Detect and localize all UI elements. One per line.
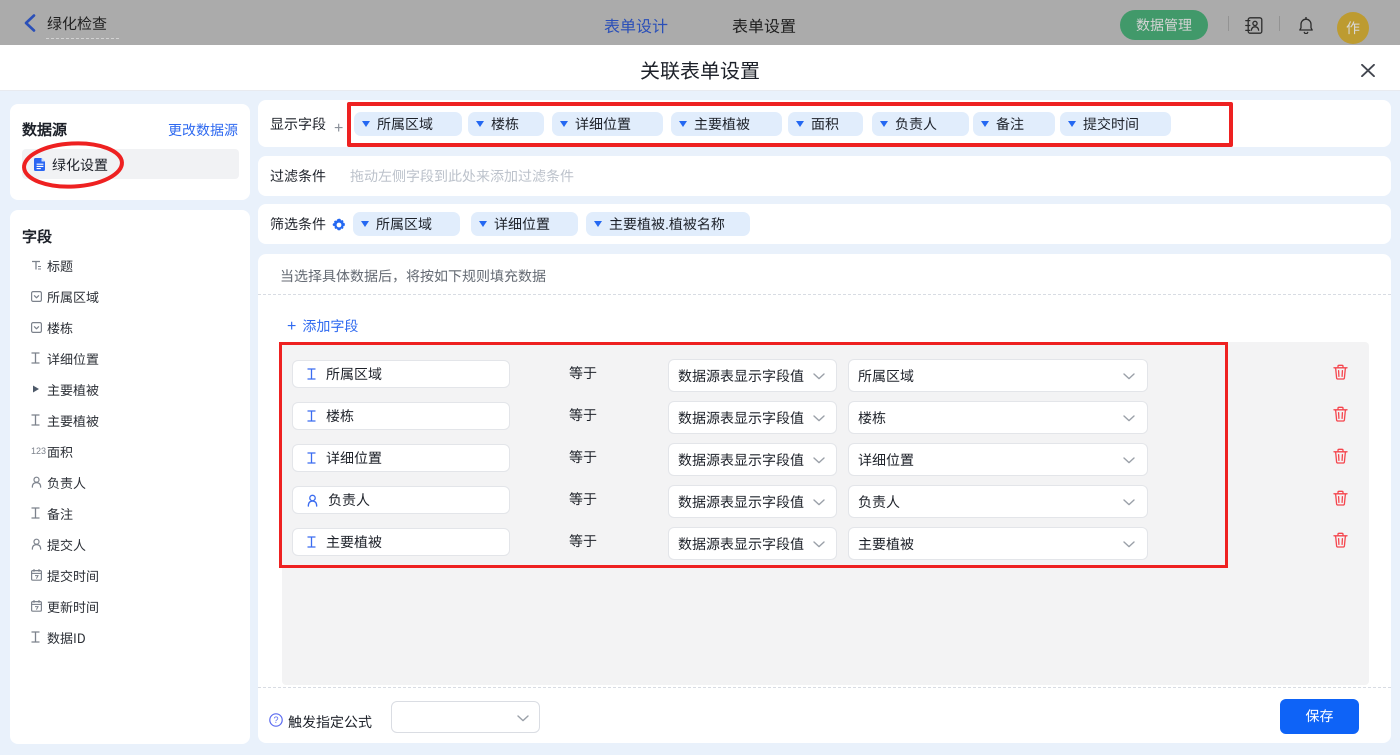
svg-text:?: ? [273,715,278,725]
